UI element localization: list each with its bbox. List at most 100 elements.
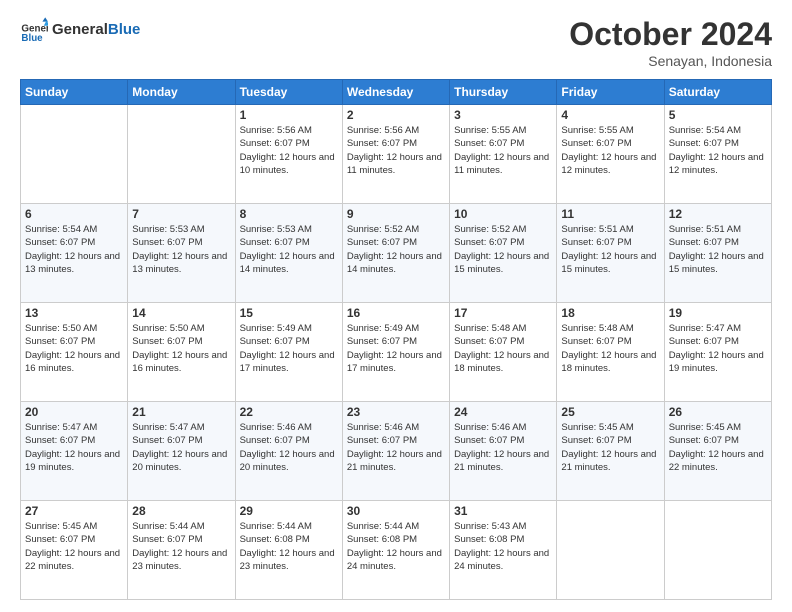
- day-info: Sunrise: 5:52 AM Sunset: 6:07 PM Dayligh…: [347, 223, 445, 276]
- calendar-cell: [21, 105, 128, 204]
- day-number: 26: [669, 405, 767, 419]
- logo-icon: General Blue: [20, 16, 48, 44]
- day-info: Sunrise: 5:44 AM Sunset: 6:07 PM Dayligh…: [132, 520, 230, 573]
- calendar-cell: 8 Sunrise: 5:53 AM Sunset: 6:07 PM Daylig…: [235, 204, 342, 303]
- day-info: Sunrise: 5:43 AM Sunset: 6:08 PM Dayligh…: [454, 520, 552, 573]
- day-number: 3: [454, 108, 552, 122]
- calendar-cell: 4Sunrise: 5:55 AM Sunset: 6:07 PM Daylig…: [557, 105, 664, 204]
- col-header-monday: Monday: [128, 80, 235, 105]
- calendar-cell: 12 Sunrise: 5:51 AM Sunset: 6:07 PM Dayli…: [664, 204, 771, 303]
- calendar-week-4: 20Sunrise: 5:47 AM Sunset: 6:07 PM Dayli…: [21, 402, 772, 501]
- calendar-week-2: 6 Sunrise: 5:54 AM Sunset: 6:07 PM Daylig…: [21, 204, 772, 303]
- calendar-cell: 9 Sunrise: 5:52 AM Sunset: 6:07 PM Daylig…: [342, 204, 449, 303]
- calendar-cell: 18 Sunrise: 5:48 AM Sunset: 6:07 PM Dayli…: [557, 303, 664, 402]
- title-block: October 2024 Senayan, Indonesia: [569, 16, 772, 69]
- day-info: Sunrise: 5:49 AM Sunset: 6:07 PM Dayligh…: [240, 322, 338, 375]
- day-info: Sunrise: 5:56 AM Sunset: 6:07 PM Dayligh…: [347, 124, 445, 177]
- day-number: 16: [347, 306, 445, 320]
- day-number: 30: [347, 504, 445, 518]
- calendar-header-row: SundayMondayTuesdayWednesdayThursdayFrid…: [21, 80, 772, 105]
- day-number: 15: [240, 306, 338, 320]
- col-header-wednesday: Wednesday: [342, 80, 449, 105]
- day-info: Sunrise: 5:53 AM Sunset: 6:07 PM Dayligh…: [240, 223, 338, 276]
- day-number: 12: [669, 207, 767, 221]
- day-number: 6: [25, 207, 123, 221]
- day-number: 1: [240, 108, 338, 122]
- day-info: Sunrise: 5:56 AM Sunset: 6:07 PM Dayligh…: [240, 124, 338, 177]
- day-info: Sunrise: 5:50 AM Sunset: 6:07 PM Dayligh…: [132, 322, 230, 375]
- logo-blue: Blue: [108, 21, 141, 38]
- day-info: Sunrise: 5:48 AM Sunset: 6:07 PM Dayligh…: [561, 322, 659, 375]
- day-info: Sunrise: 5:46 AM Sunset: 6:07 PM Dayligh…: [240, 421, 338, 474]
- day-info: Sunrise: 5:48 AM Sunset: 6:07 PM Dayligh…: [454, 322, 552, 375]
- day-number: 20: [25, 405, 123, 419]
- day-info: Sunrise: 5:46 AM Sunset: 6:07 PM Dayligh…: [347, 421, 445, 474]
- calendar-table: SundayMondayTuesdayWednesdayThursdayFrid…: [20, 79, 772, 600]
- day-number: 5: [669, 108, 767, 122]
- calendar-cell: 7Sunrise: 5:53 AM Sunset: 6:07 PM Daylig…: [128, 204, 235, 303]
- day-number: 25: [561, 405, 659, 419]
- day-number: 24: [454, 405, 552, 419]
- day-info: Sunrise: 5:45 AM Sunset: 6:07 PM Dayligh…: [669, 421, 767, 474]
- calendar-cell: 15 Sunrise: 5:49 AM Sunset: 6:07 PM Dayli…: [235, 303, 342, 402]
- day-info: Sunrise: 5:51 AM Sunset: 6:07 PM Dayligh…: [669, 223, 767, 276]
- calendar-cell: 31 Sunrise: 5:43 AM Sunset: 6:08 PM Dayli…: [450, 501, 557, 600]
- col-header-saturday: Saturday: [664, 80, 771, 105]
- calendar-cell: 5 Sunrise: 5:54 AM Sunset: 6:07 PM Daylig…: [664, 105, 771, 204]
- day-number: 4: [561, 108, 659, 122]
- day-number: 8: [240, 207, 338, 221]
- calendar-cell: 21Sunrise: 5:47 AM Sunset: 6:07 PM Dayli…: [128, 402, 235, 501]
- day-info: Sunrise: 5:47 AM Sunset: 6:07 PM Dayligh…: [669, 322, 767, 375]
- calendar-cell: 20Sunrise: 5:47 AM Sunset: 6:07 PM Dayli…: [21, 402, 128, 501]
- day-info: Sunrise: 5:50 AM Sunset: 6:07 PM Dayligh…: [25, 322, 123, 375]
- col-header-tuesday: Tuesday: [235, 80, 342, 105]
- day-number: 19: [669, 306, 767, 320]
- day-number: 10: [454, 207, 552, 221]
- calendar-cell: 13Sunrise: 5:50 AM Sunset: 6:07 PM Dayli…: [21, 303, 128, 402]
- calendar-cell: 10 Sunrise: 5:52 AM Sunset: 6:07 PM Dayli…: [450, 204, 557, 303]
- day-info: Sunrise: 5:54 AM Sunset: 6:07 PM Dayligh…: [25, 223, 123, 276]
- calendar-cell: [128, 105, 235, 204]
- col-header-friday: Friday: [557, 80, 664, 105]
- subtitle: Senayan, Indonesia: [569, 53, 772, 69]
- day-number: 28: [132, 504, 230, 518]
- logo-general: General: [52, 21, 108, 38]
- calendar-cell: 1 Sunrise: 5:56 AM Sunset: 6:07 PM Daylig…: [235, 105, 342, 204]
- day-info: Sunrise: 5:52 AM Sunset: 6:07 PM Dayligh…: [454, 223, 552, 276]
- day-number: 2: [347, 108, 445, 122]
- day-number: 11: [561, 207, 659, 221]
- calendar-cell: 2 Sunrise: 5:56 AM Sunset: 6:07 PM Daylig…: [342, 105, 449, 204]
- calendar-cell: 30 Sunrise: 5:44 AM Sunset: 6:08 PM Dayli…: [342, 501, 449, 600]
- day-info: Sunrise: 5:44 AM Sunset: 6:08 PM Dayligh…: [240, 520, 338, 573]
- day-info: Sunrise: 5:51 AM Sunset: 6:07 PM Dayligh…: [561, 223, 659, 276]
- calendar-week-5: 27 Sunrise: 5:45 AM Sunset: 6:07 PM Dayli…: [21, 501, 772, 600]
- calendar-cell: [557, 501, 664, 600]
- day-number: 31: [454, 504, 552, 518]
- day-number: 23: [347, 405, 445, 419]
- header: General Blue GeneralBlue October 2024 Se…: [20, 16, 772, 69]
- day-number: 9: [347, 207, 445, 221]
- page: General Blue GeneralBlue October 2024 Se…: [0, 0, 792, 612]
- calendar-cell: 26 Sunrise: 5:45 AM Sunset: 6:07 PM Dayli…: [664, 402, 771, 501]
- calendar-week-1: 1 Sunrise: 5:56 AM Sunset: 6:07 PM Daylig…: [21, 105, 772, 204]
- calendar-cell: 23 Sunrise: 5:46 AM Sunset: 6:07 PM Dayli…: [342, 402, 449, 501]
- day-info: Sunrise: 5:45 AM Sunset: 6:07 PM Dayligh…: [25, 520, 123, 573]
- day-number: 29: [240, 504, 338, 518]
- calendar-cell: 24 Sunrise: 5:46 AM Sunset: 6:07 PM Dayli…: [450, 402, 557, 501]
- calendar-cell: 28 Sunrise: 5:44 AM Sunset: 6:07 PM Dayli…: [128, 501, 235, 600]
- day-info: Sunrise: 5:45 AM Sunset: 6:07 PM Dayligh…: [561, 421, 659, 474]
- calendar-cell: 19 Sunrise: 5:47 AM Sunset: 6:07 PM Dayli…: [664, 303, 771, 402]
- day-info: Sunrise: 5:44 AM Sunset: 6:08 PM Dayligh…: [347, 520, 445, 573]
- day-number: 22: [240, 405, 338, 419]
- col-header-thursday: Thursday: [450, 80, 557, 105]
- day-info: Sunrise: 5:46 AM Sunset: 6:07 PM Dayligh…: [454, 421, 552, 474]
- day-info: Sunrise: 5:49 AM Sunset: 6:07 PM Dayligh…: [347, 322, 445, 375]
- calendar-week-3: 13Sunrise: 5:50 AM Sunset: 6:07 PM Dayli…: [21, 303, 772, 402]
- day-number: 18: [561, 306, 659, 320]
- calendar-cell: 6 Sunrise: 5:54 AM Sunset: 6:07 PM Daylig…: [21, 204, 128, 303]
- day-info: Sunrise: 5:54 AM Sunset: 6:07 PM Dayligh…: [669, 124, 767, 177]
- day-number: 27: [25, 504, 123, 518]
- calendar-cell: 25 Sunrise: 5:45 AM Sunset: 6:07 PM Dayli…: [557, 402, 664, 501]
- calendar-cell: [664, 501, 771, 600]
- day-number: 7: [132, 207, 230, 221]
